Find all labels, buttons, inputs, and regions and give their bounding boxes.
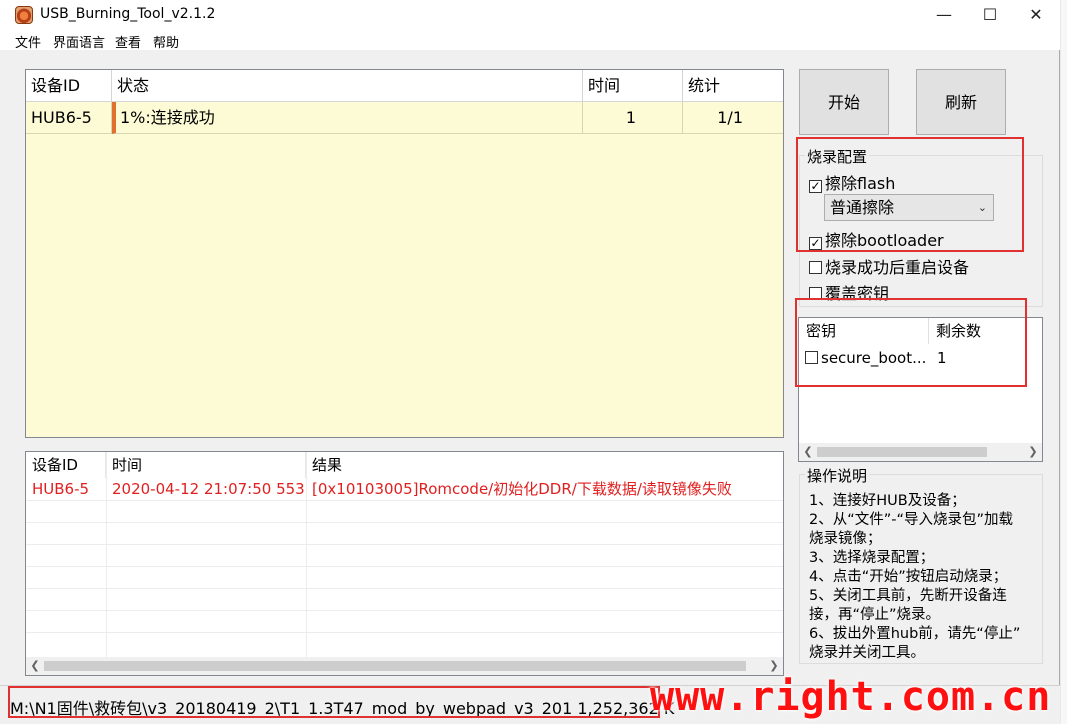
instruction-line: 3、选择烧录配置； — [809, 550, 935, 566]
row-divider — [26, 544, 783, 545]
row-count: 1/1 — [683, 102, 783, 134]
row-divider — [26, 610, 783, 611]
instruction-line: 接，再“停止”烧录。 — [809, 607, 941, 623]
row-divider — [26, 588, 783, 589]
app-window: USB_Burning_Tool_v2.1.2 — ☐ ✕ 文件 界面语言 查看… — [0, 0, 1060, 724]
minimize-button[interactable]: — — [921, 0, 967, 30]
scroll-right-icon[interactable]: ❯ — [1024, 443, 1042, 461]
menu-file[interactable]: 文件 — [15, 32, 41, 51]
watermark: www.right.com.cn — [650, 674, 1052, 720]
log-header-device-id[interactable]: 设备ID — [26, 452, 106, 478]
title-bar: USB_Burning_Tool_v2.1.2 — ☐ ✕ — [0, 0, 1060, 30]
scrollbar-thumb[interactable] — [44, 661, 746, 671]
menu-view[interactable]: 查看 — [115, 32, 141, 51]
menu-help[interactable]: 帮助 — [153, 32, 179, 51]
row-divider — [26, 500, 783, 501]
instruction-line: 烧录并关闭工具。 — [809, 645, 925, 661]
start-button[interactable]: 开始 — [799, 69, 889, 135]
annotation-box-key-table — [795, 298, 1027, 387]
instruction-line: 6、拔出外置hub前，请先“停止” — [809, 626, 1021, 642]
refresh-button[interactable]: 刷新 — [916, 69, 1006, 135]
device-table-header: 设备ID 状态 时间 统计 — [26, 70, 783, 102]
row-divider — [26, 522, 783, 523]
header-status[interactable]: 状态 — [112, 70, 583, 102]
close-button[interactable]: ✕ — [1013, 0, 1059, 30]
menu-bar: 文件 界面语言 查看 帮助 — [0, 30, 1060, 51]
row-device-id: HUB6-5 — [26, 102, 112, 134]
instruction-line: 1、连接好HUB及设备； — [809, 493, 966, 509]
menu-language[interactable]: 界面语言 — [53, 32, 105, 51]
row-divider — [26, 632, 783, 633]
header-time[interactable]: 时间 — [583, 70, 683, 102]
scroll-left-icon[interactable]: ❮ — [26, 657, 44, 675]
row-status: 1%:连接成功 — [112, 102, 583, 134]
log-table: 设备ID 时间 结果 HUB6-5 2020-04-12 21:07:50 55… — [25, 451, 784, 676]
log-horizontal-scrollbar[interactable]: ❮ ❯ — [26, 657, 783, 675]
instruction-line: 5、关闭工具前，先断开设备连 — [809, 588, 1007, 604]
maximize-button[interactable]: ☐ — [967, 0, 1013, 30]
scrollbar-thumb[interactable] — [817, 447, 987, 457]
reboot-after-checkbox[interactable]: 烧录成功后重启设备 — [809, 254, 969, 278]
log-row-device-id: HUB6-5 — [32, 480, 90, 498]
log-row-time: 2020-04-12 21:07:50 553 — [112, 480, 305, 498]
log-row-result: [0x10103005]Romcode/初始化DDR/下载数据/读取镜像失败 — [312, 480, 732, 498]
app-icon — [15, 6, 33, 24]
reboot-after-label: 烧录成功后重启设备 — [825, 258, 970, 277]
instruction-line: 烧录镜像； — [809, 531, 882, 547]
background-window-edge — [1061, 0, 1067, 724]
window-title: USB_Burning_Tool_v2.1.2 — [40, 6, 216, 22]
device-table: 设备ID 状态 时间 统计 HUB6-5 1%:连接成功 1 1/1 — [25, 69, 784, 438]
header-device-id[interactable]: 设备ID — [26, 70, 112, 102]
annotation-box-burn-config — [796, 137, 1024, 252]
row-divider — [26, 566, 783, 567]
checkbox-unchecked-icon — [809, 261, 822, 274]
log-header-result[interactable]: 结果 — [306, 452, 783, 478]
instructions-label: 操作说明 — [805, 465, 870, 486]
scroll-left-icon[interactable]: ❮ — [799, 443, 817, 461]
log-header-time[interactable]: 时间 — [106, 452, 306, 478]
annotation-box-status-path — [8, 686, 660, 718]
scroll-right-icon[interactable]: ❯ — [765, 657, 783, 675]
row-time: 1 — [583, 102, 683, 134]
header-count[interactable]: 统计 — [683, 70, 783, 102]
key-horizontal-scrollbar[interactable]: ❮ ❯ — [799, 443, 1042, 461]
instruction-line: 2、从“文件”-“导入烧录包”加载 — [809, 512, 1014, 528]
instruction-line: 4、点击“开始”按钮启动烧录； — [809, 569, 1008, 585]
